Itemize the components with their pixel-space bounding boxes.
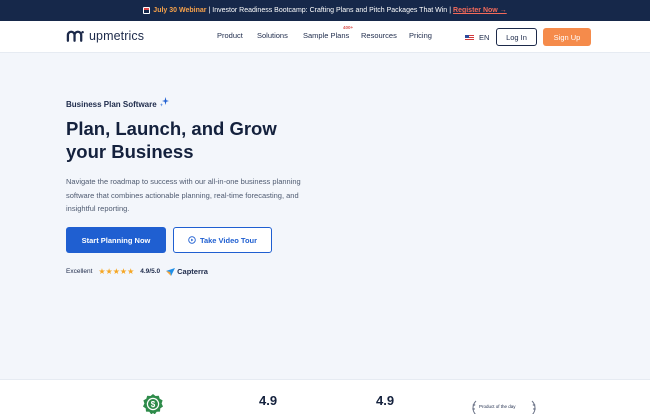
hero-section: Business Plan Software Plan, Launch, and… [66,97,346,216]
sparkle-icon [159,97,169,107]
brand-name: upmetrics [89,29,145,43]
upmetrics-logo-icon [66,30,84,42]
svg-text:$: $ [151,400,156,409]
nav-sample-plans[interactable]: Sample Plans 400+ [303,25,361,40]
nav-resources[interactable]: Resources [361,31,409,40]
nav-solutions[interactable]: Solutions [257,31,303,40]
signup-button[interactable]: Sign Up [543,28,591,46]
register-link[interactable]: Register Now → [453,7,507,14]
announcement-separator: | [208,7,211,14]
us-flag-icon [465,34,474,41]
hero-actions: Start Planning Now Take Video Tour [66,227,272,253]
capterra-rating: Excellent ★★★★★ 4.9/5.0 Capterra [66,267,208,276]
announcement-text: Investor Readiness Bootcamp: Crafting Pl… [212,7,448,14]
main-menu: Product Solutions Sample Plans 400+ Resou… [217,25,439,40]
capterra-name: Capterra [177,267,208,276]
video-tour-button[interactable]: Take Video Tour [173,227,272,253]
rating-score: 4.9/5.0 [140,268,161,275]
stat-rating-a: 4.9 [259,393,278,408]
hero-title: Plan, Launch, and Grow your Business [66,118,277,162]
stat-rating-b: 4.9 [376,393,395,408]
eyebrow-label: Business Plan Software [66,100,157,109]
money-badge-icon: $ [143,394,163,414]
announcement-date: July 30 Webinar [153,7,207,14]
capterra-arrow-icon [166,267,176,276]
stats-strip: $ 4.9 4.9 Product of the day [0,379,650,414]
capterra-logo[interactable]: Capterra [166,267,208,276]
nav-product[interactable]: Product [217,31,257,40]
video-tour-label: Take Video Tour [199,235,258,245]
rating-stars: ★★★★★ [98,267,135,276]
nav-pricing[interactable]: Pricing [409,31,439,40]
hero-description: Navigate the roadmap to success with our… [66,177,301,213]
award-label: Product of the day [479,404,516,409]
announcement-separator: | [449,7,452,14]
sample-plans-count-badge: 400+ [343,25,354,30]
brand-logo[interactable]: upmetrics [66,29,144,43]
play-circle-icon [188,236,196,244]
language-selector[interactable]: EN [465,33,489,42]
start-planning-button[interactable]: Start Planning Now [66,227,166,253]
nav-sample-plans-label: Sample Plans [303,31,350,40]
hero-eyebrow: Business Plan Software [66,97,346,109]
calendar-icon [143,7,151,14]
login-button[interactable]: Log In [496,28,537,46]
language-code: EN [479,33,490,42]
top-navigation: upmetrics Product Solutions Sample Plans… [0,21,650,53]
rating-label: Excellent [66,268,93,275]
announcement-bar: July 30 Webinar | Investor Readiness Boo… [0,0,650,21]
